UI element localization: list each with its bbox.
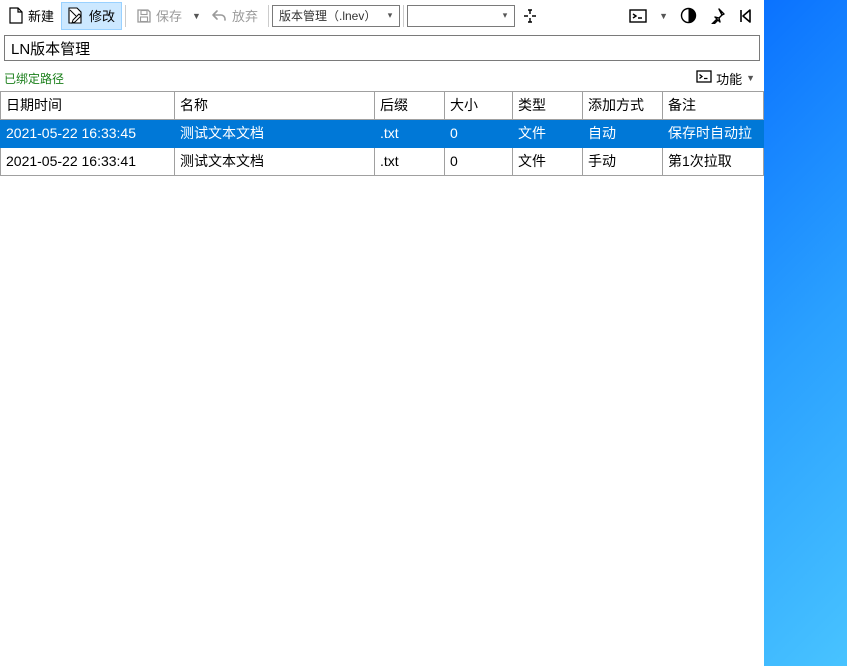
cell-datetime: 2021-05-22 16:33:41 [1,148,175,176]
search-dropdown[interactable]: ▾ [407,5,515,27]
col-add-mode[interactable]: 添加方式 [583,92,663,120]
terminal-dropdown-arrow[interactable]: ▼ [653,2,674,30]
cell-size: 0 [445,120,513,148]
skip-start-icon [738,8,752,24]
cell-type: 文件 [513,120,583,148]
filter-dropdown-label: 版本管理（.lnev） [279,7,376,24]
terminal-button[interactable] [623,2,653,30]
cell-remark: 保存时自动拉 [663,120,764,148]
discard-label: 放弃 [232,6,258,25]
cell-type: 文件 [513,148,583,176]
app-window: 新建 修改 保存 ▼ [0,0,764,666]
cell-ext: .txt [375,148,445,176]
function-menu-button[interactable]: 功能 ▼ [691,66,760,90]
chevron-down-icon: ▾ [383,10,397,21]
edit-icon [68,7,85,24]
contrast-button[interactable] [674,2,703,30]
toolbar-right-group: ▼ [623,2,762,30]
cell-add_mode: 自动 [583,120,663,148]
bound-path-status: 已绑定路径 [4,70,64,87]
save-dropdown-arrow[interactable]: ▼ [189,2,204,30]
filter-dropdown[interactable]: 版本管理（.lnev） ▾ [272,5,400,27]
chevron-down-icon: ▾ [498,10,512,21]
desktop-background [764,0,847,666]
skip-start-button[interactable] [732,2,758,30]
terminal-icon [629,9,647,23]
terminal-icon [696,70,712,86]
cell-remark: 第1次拉取 [663,148,764,176]
file-icon [9,7,24,24]
toolbar-separator [125,5,126,27]
toolbar-separator [268,5,269,27]
version-table: 日期时间 名称 后缀 大小 类型 添加方式 备注 2021-05-22 16:3… [0,91,764,176]
save-icon [136,8,152,24]
cursor-tool-button[interactable] [515,2,545,30]
cell-name: 测试文本文档 [175,148,375,176]
chevron-down-icon: ▼ [746,73,755,83]
cell-datetime: 2021-05-22 16:33:45 [1,120,175,148]
cell-name: 测试文本文档 [175,120,375,148]
table-row[interactable]: 2021-05-22 16:33:45测试文本文档.txt0文件自动保存时自动拉 [1,120,764,148]
edit-label: 修改 [89,6,115,25]
title-input[interactable] [4,35,760,61]
col-remark[interactable]: 备注 [663,92,764,120]
toolbar: 新建 修改 保存 ▼ [0,0,764,31]
col-datetime[interactable]: 日期时间 [1,92,175,120]
title-input-row [0,31,764,65]
undo-icon [211,8,228,23]
version-table-container: 日期时间 名称 后缀 大小 类型 添加方式 备注 2021-05-22 16:3… [0,91,764,666]
save-button[interactable]: 保存 [129,2,189,30]
status-row: 已绑定路径 功能 ▼ [0,65,764,91]
cell-add_mode: 手动 [583,148,663,176]
function-label: 功能 [716,69,742,88]
text-cursor-icon [521,7,539,25]
discard-button[interactable]: 放弃 [204,2,265,30]
new-label: 新建 [28,6,54,25]
table-header-row: 日期时间 名称 后缀 大小 类型 添加方式 备注 [1,92,764,120]
contrast-icon [680,7,697,24]
edit-button[interactable]: 修改 [61,2,122,30]
col-size[interactable]: 大小 [445,92,513,120]
cell-ext: .txt [375,120,445,148]
toolbar-separator [403,5,404,27]
table-row[interactable]: 2021-05-22 16:33:41测试文本文档.txt0文件手动第1次拉取 [1,148,764,176]
save-label: 保存 [156,6,182,25]
pin-button[interactable] [703,2,732,30]
col-type[interactable]: 类型 [513,92,583,120]
cell-size: 0 [445,148,513,176]
new-button[interactable]: 新建 [2,2,61,30]
pin-icon [709,7,726,24]
col-name[interactable]: 名称 [175,92,375,120]
col-ext[interactable]: 后缀 [375,92,445,120]
